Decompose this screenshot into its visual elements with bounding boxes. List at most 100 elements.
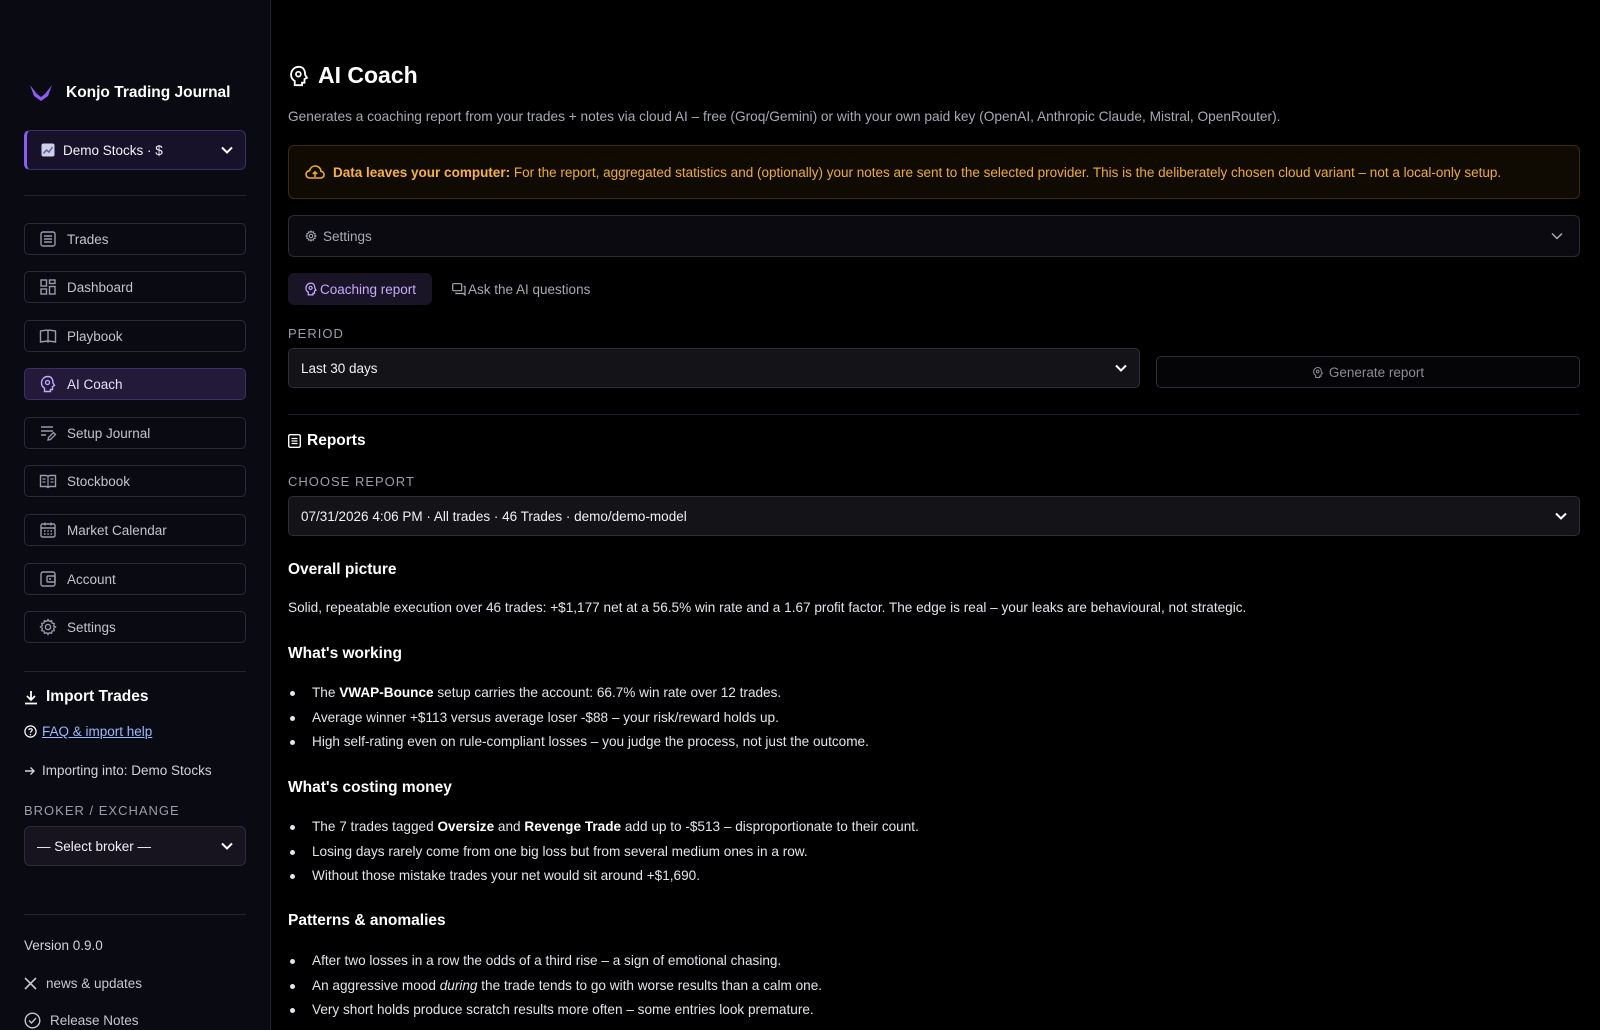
list-item: The 7 trades tagged Oversize and Revenge… [288,815,919,840]
x-logo-icon [24,977,37,990]
importing-into-label: Importing into: Demo Stocks [42,763,212,778]
page-subtitle: Generates a coaching report from your tr… [288,109,1281,124]
period-select[interactable]: Last 30 days [288,348,1140,388]
sidebar-item-stockbook[interactable]: Stockbook [24,465,246,497]
list-item: Average winner +$113 versus average lose… [288,706,869,731]
sidebar-item-setup-journal[interactable]: Setup Journal [24,417,246,449]
brain-icon [1312,366,1324,379]
sidebar-item-settings[interactable]: Settings [24,611,246,643]
sidebar-item-label: Account [67,571,116,587]
tab-coaching-label: Coaching report [320,281,417,297]
release-notes-label: Release Notes [50,1013,139,1028]
sidebar-item-label: Market Calendar [67,522,167,538]
broker-label: BROKER / EXCHANGE [24,803,180,818]
list-item: Losing days rarely come from one big los… [288,840,919,865]
sidebar-item-ai-coach[interactable]: AI Coach [24,368,246,400]
sidebar-item-label: Playbook [67,328,123,344]
sidebar-item-label: Stockbook [67,473,131,489]
sidebar-item-label: Setup Journal [67,425,151,441]
tab-ask-ai[interactable]: Ask the AI questions [436,273,606,305]
chevron-down-icon [1115,364,1127,372]
period-label: PERIOD [288,326,344,341]
list-item: High self-rating even on rule-compliant … [288,730,869,755]
reports-heading-text: Reports [307,432,366,449]
main-content: AI Coach Generates a coaching report fro… [288,0,1580,1030]
tab-ask-label: Ask the AI questions [468,281,591,297]
news-updates-link[interactable]: news & updates [24,976,142,991]
list-item: Very short holds produce scratch results… [288,998,822,1023]
sidebar-divider [24,195,246,196]
brain-icon [40,375,56,393]
reports-heading: Reports [288,432,366,450]
sidebar-item-market-calendar[interactable]: Market Calendar [24,514,246,546]
list-item: Without those mistake trades your net wo… [288,864,919,889]
broker-select-value: — Select broker — [37,838,152,854]
warning-title: Data leaves your computer: [333,164,511,180]
report-list-icon [288,434,301,448]
overall-picture-text: Solid, repeatable execution over 46 trad… [288,600,1247,615]
section-divider [288,414,1580,415]
book-icon [39,474,57,489]
whats-working-heading: What's working [288,645,402,662]
page-title: AI Coach [288,62,418,89]
brain-icon [288,64,310,88]
data-warning-banner: Data leaves your computer: For the repor… [288,145,1580,199]
generate-report-button[interactable]: Generate report [1156,356,1580,388]
arrow-right-icon [24,765,36,777]
import-trades-heading: Import Trades [24,688,149,706]
brand[interactable]: Konjo Trading Journal [28,80,230,106]
list-item: An aggressive mood during the trade tend… [288,974,822,999]
account-select[interactable]: Demo Stocks · $ [24,130,246,170]
sidebar-divider [24,914,246,915]
whats-working-list: The VWAP-Bounce setup carries the accoun… [288,681,869,755]
page-title-text: AI Coach [318,62,418,88]
notes-edit-icon [41,426,57,441]
gear-icon [39,618,57,636]
chevron-down-icon [1551,232,1563,240]
report-select-value: 07/31/2026 4:06 PM · All trades · 46 Tra… [301,508,687,524]
list-icon [40,231,56,247]
badge-check-icon [24,1012,41,1029]
broker-select[interactable]: — Select broker — [24,826,246,866]
sidebar-item-dashboard[interactable]: Dashboard [24,271,246,303]
cloud-upload-icon [305,164,325,180]
overall-picture-heading: Overall picture [288,561,397,578]
list-item: After two losses in a row the odds of a … [288,949,822,974]
help-circle-icon [24,725,37,738]
patterns-heading: Patterns & anomalies [288,912,446,929]
version-text: Version 0.9.0 [24,938,103,953]
whats-costing-heading: What's costing money [288,779,452,796]
period-select-value: Last 30 days [301,360,378,376]
importing-into: Importing into: Demo Stocks [24,763,212,778]
list-item: The VWAP-Bounce setup carries the accoun… [288,681,869,706]
sidebar-item-label: Trades [67,231,109,247]
konjo-logo-icon [28,82,54,104]
generate-report-label: Generate report [1328,364,1425,380]
wallet-icon [40,571,56,587]
chat-icon [452,282,466,296]
settings-accordion[interactable]: Settings [288,215,1580,257]
sidebar-item-playbook[interactable]: Playbook [24,320,246,352]
release-notes-link[interactable]: Release Notes [24,1012,139,1029]
sidebar-item-label: AI Coach [67,376,123,392]
warning-text: For the report, aggregated statistics an… [513,164,1502,180]
sidebar-item-trades[interactable]: Trades [24,223,246,255]
faq-link-label: FAQ & import help [42,724,153,739]
choose-report-label: CHOOSE REPORT [288,474,415,489]
brand-title: Konjo Trading Journal [66,84,231,101]
faq-import-help-link[interactable]: FAQ & import help [24,724,152,739]
sidebar-item-label: Dashboard [67,279,134,295]
report-select[interactable]: 07/31/2026 4:06 PM · All trades · 46 Tra… [288,496,1580,536]
news-link-label: news & updates [46,976,143,991]
sidebar-item-account[interactable]: Account [24,563,246,595]
whats-costing-list: The 7 trades tagged Oversize and Revenge… [288,815,919,889]
dashboard-icon [40,279,56,295]
calendar-icon [40,522,56,538]
tab-coaching-report[interactable]: Coaching report [288,273,433,305]
sidebar-divider [24,671,246,672]
chart-icon [41,143,55,157]
brain-icon [304,282,318,296]
download-icon [24,690,38,705]
chevron-down-icon [221,842,233,850]
sidebar-item-label: Settings [67,619,116,635]
